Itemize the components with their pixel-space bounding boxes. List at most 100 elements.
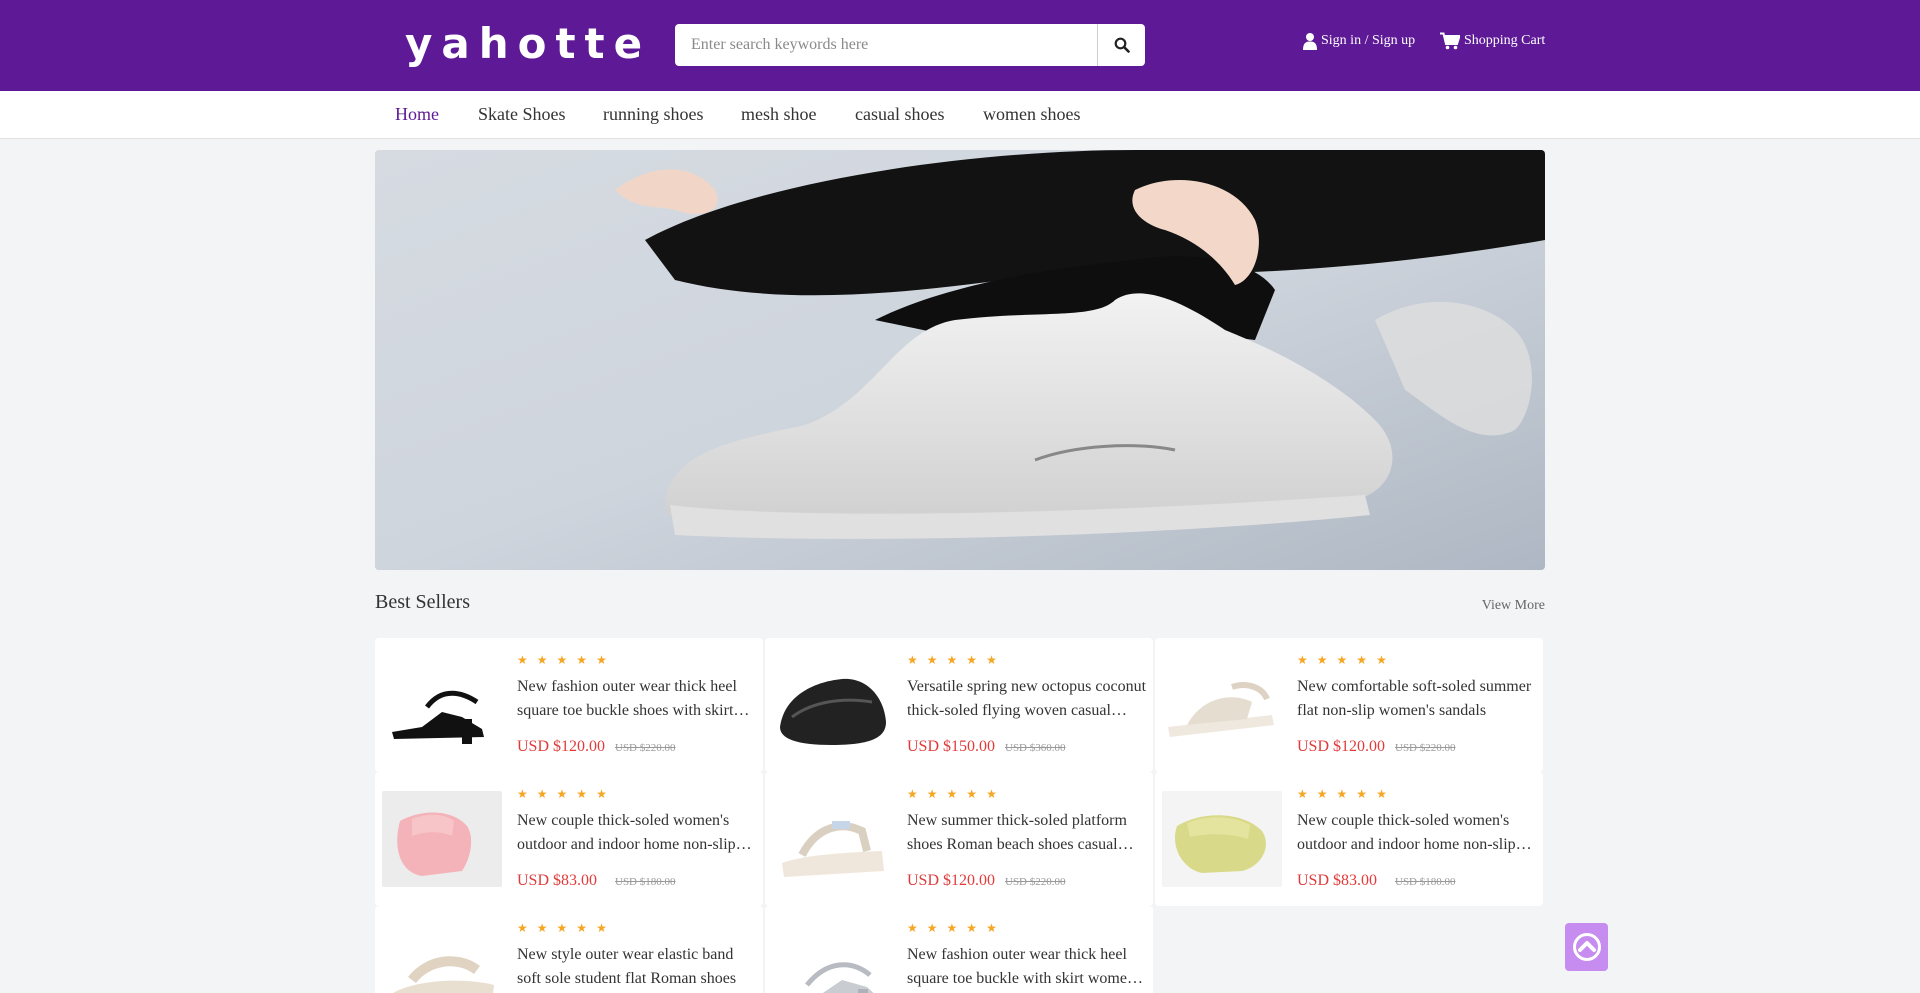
- product-image[interactable]: [772, 657, 892, 753]
- sign-in-link[interactable]: Sign in / Sign up: [1303, 32, 1415, 50]
- star-icon: ★: [946, 921, 958, 935]
- product-title[interactable]: Versatile spring new octopus coconut thi…: [907, 675, 1147, 723]
- star-icon: ★: [1336, 787, 1348, 801]
- product-rating: ★ ★ ★ ★ ★: [1297, 788, 1387, 800]
- star-icon: ★: [907, 653, 918, 667]
- star-icon: ★: [536, 787, 548, 801]
- product-card[interactable]: ★ ★ ★ ★ ★ New summer thick-soled platform sho…: [765, 772, 1153, 906]
- product-title[interactable]: New style outer wear elastic band soft s…: [517, 943, 757, 991]
- hero-banner[interactable]: [375, 150, 1545, 570]
- product-title[interactable]: New comfortable soft-soled summer flat n…: [1297, 675, 1537, 723]
- star-icon: ★: [946, 653, 958, 667]
- star-icon: ★: [576, 921, 588, 935]
- product-card[interactable]: ★ ★ ★ ★ ★ New fashion outer wear thick heel s…: [375, 638, 763, 772]
- product-title[interactable]: New couple thick-soled women's outdoor a…: [517, 809, 757, 857]
- star-icon: ★: [556, 921, 568, 935]
- best-sellers-title: Best Sellers: [375, 591, 470, 613]
- product-title[interactable]: New summer thick-soled platform shoes Ro…: [907, 809, 1147, 857]
- star-icon: ★: [1376, 787, 1387, 801]
- nav-mesh-shoe[interactable]: mesh shoe: [741, 104, 817, 125]
- product-rating: ★ ★ ★ ★ ★: [517, 788, 607, 800]
- star-icon: ★: [926, 653, 938, 667]
- product-image[interactable]: [1162, 657, 1282, 753]
- star-icon: ★: [986, 921, 997, 935]
- star-icon: ★: [1316, 787, 1328, 801]
- star-icon: ★: [926, 921, 938, 935]
- star-icon: ★: [1336, 653, 1348, 667]
- product-price: USD $120.00: [1297, 738, 1386, 755]
- product-price: USD $83.00: [1297, 872, 1378, 889]
- product-card[interactable]: ★ ★ ★ ★ ★ New couple thick-soled women's outd…: [1155, 772, 1543, 906]
- nav-women-shoes[interactable]: women shoes: [983, 104, 1081, 125]
- product-title[interactable]: New fashion outer wear thick heel square…: [517, 675, 757, 723]
- product-old-price: USD $220.00: [1395, 742, 1456, 754]
- user-icon: [1303, 33, 1317, 50]
- star-icon: ★: [1356, 653, 1368, 667]
- search-button[interactable]: [1097, 24, 1145, 66]
- product-rating: ★ ★ ★ ★ ★: [517, 922, 607, 934]
- star-icon: ★: [517, 921, 528, 935]
- product-old-price: USD $220.00: [615, 742, 676, 754]
- star-icon: ★: [907, 921, 918, 935]
- star-icon: ★: [596, 787, 607, 801]
- product-price: USD $120.00: [907, 872, 996, 889]
- shopping-cart-link[interactable]: Shopping Cart: [1440, 32, 1545, 50]
- sign-in-label: Sign in / Sign up: [1321, 33, 1416, 48]
- product-title[interactable]: New couple thick-soled women's outdoor a…: [1297, 809, 1537, 857]
- product-card[interactable]: ★ ★ ★ ★ ★ New style outer wear elastic band s…: [375, 906, 763, 993]
- star-icon: ★: [907, 787, 918, 801]
- star-icon: ★: [966, 787, 978, 801]
- star-icon: ★: [556, 787, 568, 801]
- nav-home[interactable]: Home: [395, 104, 439, 125]
- nav-casual-shoes[interactable]: casual shoes: [855, 104, 944, 125]
- view-more-link[interactable]: View More: [1482, 598, 1545, 614]
- top-header: yahotte Sign in / Sign up Shopping Cart: [0, 0, 1920, 91]
- star-icon: ★: [1356, 787, 1368, 801]
- product-rating: ★ ★ ★ ★ ★: [907, 788, 997, 800]
- star-icon: ★: [517, 653, 528, 667]
- product-card[interactable]: ★ ★ ★ ★ ★ Versatile spring new octopus coconu…: [765, 638, 1153, 772]
- star-icon: ★: [986, 653, 997, 667]
- star-icon: ★: [946, 787, 958, 801]
- product-image[interactable]: [772, 925, 892, 993]
- product-image[interactable]: [1162, 791, 1282, 887]
- product-card[interactable]: ★ ★ ★ ★ ★ New couple thick-soled women's outd…: [375, 772, 763, 906]
- search-input[interactable]: [675, 24, 1097, 66]
- star-icon: ★: [926, 787, 938, 801]
- star-icon: ★: [596, 653, 607, 667]
- product-old-price: USD $360.00: [1005, 742, 1066, 754]
- nav-skate-shoes[interactable]: Skate Shoes: [478, 104, 566, 125]
- back-to-top-button[interactable]: [1565, 923, 1608, 971]
- product-card[interactable]: ★ ★ ★ ★ ★ New comfortable soft-soled summer f…: [1155, 638, 1543, 772]
- star-icon: ★: [966, 921, 978, 935]
- back-to-top-icon: [1572, 933, 1601, 961]
- product-image[interactable]: [382, 657, 502, 753]
- star-icon: ★: [1376, 653, 1387, 667]
- star-icon: ★: [1316, 653, 1328, 667]
- nav-running-shoes[interactable]: running shoes: [603, 104, 704, 125]
- product-image[interactable]: [382, 925, 502, 993]
- star-icon: ★: [536, 921, 548, 935]
- product-card[interactable]: ★ ★ ★ ★ ★ New fashion outer wear thick heel s…: [765, 906, 1153, 993]
- cart-label: Shopping Cart: [1464, 33, 1546, 48]
- search-bar: [675, 24, 1145, 66]
- product-rating: ★ ★ ★ ★ ★: [517, 654, 607, 666]
- product-image[interactable]: [382, 791, 502, 887]
- product-rating: ★ ★ ★ ★ ★: [907, 922, 997, 934]
- product-image[interactable]: [772, 791, 892, 887]
- star-icon: ★: [966, 653, 978, 667]
- cart-icon: [1440, 32, 1460, 50]
- star-icon: ★: [1297, 653, 1308, 667]
- site-logo[interactable]: yahotte: [405, 20, 651, 68]
- search-icon: [1114, 37, 1130, 53]
- star-icon: ★: [576, 653, 588, 667]
- product-price: USD $150.00: [907, 738, 996, 755]
- star-icon: ★: [536, 653, 548, 667]
- banner-sneaker-image: [375, 150, 1545, 570]
- product-title[interactable]: New fashion outer wear thick heel square…: [907, 943, 1147, 991]
- main-nav: Home Skate Shoes running shoes mesh shoe…: [0, 91, 1920, 139]
- product-old-price: USD $180.00: [1395, 876, 1456, 888]
- product-rating: ★ ★ ★ ★ ★: [907, 654, 997, 666]
- product-price: USD $120.00: [517, 738, 606, 755]
- star-icon: ★: [596, 921, 607, 935]
